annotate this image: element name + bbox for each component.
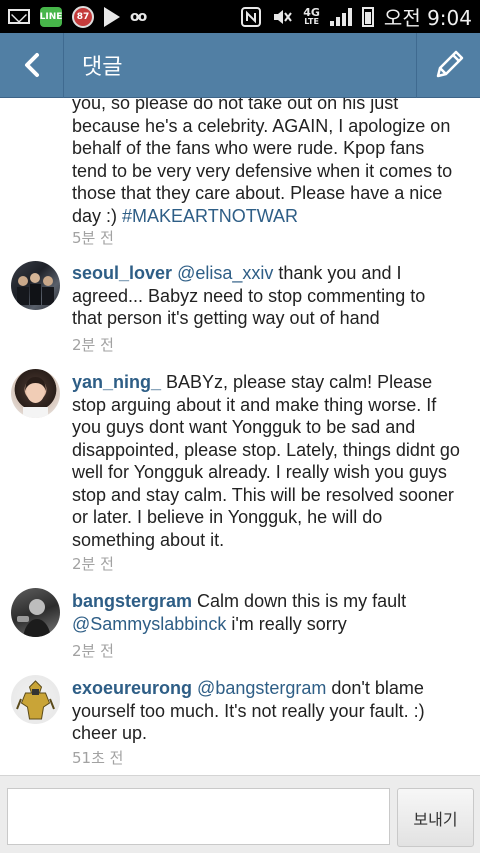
network-type-icon: 4G LTE [303,7,320,27]
comment-body-text: Calm down this is my fault [192,591,407,611]
comment-text: bangstergram Calm down this is my fault … [72,590,460,635]
comment-text: seoul_lover @elisa_xxiv thank you and I … [72,262,460,330]
user-avatar[interactable] [11,588,60,637]
mention-link[interactable]: @elisa_xxiv [177,263,273,283]
comment-username[interactable]: exoeureurong [72,678,192,698]
line-app-icon: LINE [40,6,62,27]
user-avatar[interactable] [11,675,60,724]
signal-strength-icon [329,7,352,26]
user-avatar[interactable] [11,261,60,310]
comment-text: you, so please do not take out on his ju… [72,98,460,227]
status-bar-right: 4G LTE 오전 9:04 [241,2,472,31]
status-time: 오전 9:04 [383,6,472,30]
page-title: 댓글 [82,55,123,80]
network-sub-label: LTE [304,17,319,26]
edit-button[interactable] [416,32,480,98]
comment-list[interactable]: you, so please do not take out on his ju… [0,98,480,775]
user-avatar[interactable] [11,369,60,418]
mention-link[interactable]: @bangstergram [197,678,326,698]
battery-icon [361,6,374,27]
comment-text: yan_ning_ BABYz, please stay calm! Pleas… [72,371,460,551]
comment-body-text: BABYz, please stay calm! Please stop arg… [72,372,460,550]
comment-text: exoeureurong @bangstergram don't blame y… [72,677,460,745]
comment-input[interactable] [7,788,390,845]
comment-timestamp: 2분 전 [72,642,114,660]
send-button[interactable]: 보내기 [397,788,474,847]
comment-timestamp: 51초 전 [72,749,124,767]
mute-icon [271,7,293,27]
hashtag-link[interactable]: #MAKEARTNOTWAR [122,206,298,226]
pencil-icon [436,50,463,78]
comment-username[interactable]: yan_ning_ [72,372,161,392]
comment-username[interactable]: seoul_lover [72,263,172,283]
chevron-left-icon [24,53,39,77]
app-header: 댓글 [0,32,480,98]
play-icon [104,6,120,27]
comment-username[interactable]: bangstergram [72,591,192,611]
comment-timestamp: 2분 전 [72,555,114,573]
comment-timestamp: 2분 전 [72,336,114,354]
status-bar-left: LINE 87 oo [8,5,147,28]
status-bar: LINE 87 oo 4G LTE 오전 9:04 [0,0,480,33]
notification-badge-icon: 87 [72,5,94,28]
voicemail-icon: oo [130,8,147,25]
mention-link[interactable]: @Sammyslabbinck [72,614,226,634]
mail-icon [8,9,30,24]
comment-input-bar: 보내기 [0,775,480,853]
comment-timestamp: 5분 전 [72,229,114,247]
comment-body-text: i'm really sorry [226,613,347,634]
nfc-icon [241,6,262,27]
back-button[interactable] [0,32,64,98]
